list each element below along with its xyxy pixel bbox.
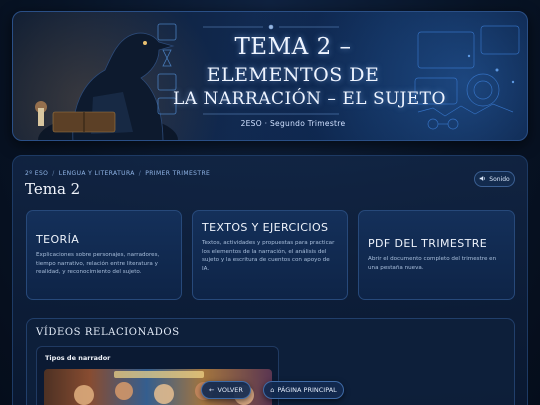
- card-description: Abrir el documento completo del trimestr…: [368, 256, 497, 271]
- card-description: Textos, actividades y propuestas para pr…: [202, 240, 335, 273]
- videos-section-title: VÍDEOS RELACIONADOS: [36, 327, 180, 338]
- card-title: PDF DEL TRIMESTRE: [368, 237, 488, 250]
- card-title: TEXTOS Y EJERCICIOS: [202, 221, 329, 234]
- hero-banner: TEMA 2 – ELEMENTOS DE LA NARRACIÓN – EL …: [12, 11, 528, 141]
- hero-title-line-3: LA NARRACIÓN – EL SUJETO: [173, 89, 446, 109]
- home-icon: ⌂: [270, 385, 275, 394]
- tech-panel-illustration: [414, 25, 520, 130]
- card-textos-ejercicios[interactable]: TEXTOS Y EJERCICIOS Textos, actividades …: [192, 210, 348, 300]
- breadcrumb: 2º ESO / LENGUA Y LITERATURA / PRIMER TR…: [25, 170, 210, 177]
- hero-title-line-2: ELEMENTOS DE: [206, 64, 380, 86]
- sound-button-label: Sonido: [489, 175, 510, 183]
- arrow-left-icon: ←: [209, 385, 215, 394]
- home-button[interactable]: ⌂ PÁGINA PRINCIPAL: [263, 381, 344, 399]
- sound-button[interactable]: Sonido: [474, 171, 515, 187]
- home-button-label: PÁGINA PRINCIPAL: [277, 386, 337, 394]
- card-description: Explicaciones sobre personajes, narrador…: [36, 252, 160, 276]
- breadcrumb-separator: /: [138, 170, 142, 177]
- back-button[interactable]: ← VOLVER: [201, 381, 251, 399]
- card-pdf-trimestre[interactable]: PDF DEL TRIMESTRE Abrir el documento com…: [358, 210, 515, 300]
- video-title: Tipos de narrador: [45, 354, 111, 362]
- hero-title-line-1: TEMA 2 –: [234, 34, 352, 60]
- breadcrumb-term[interactable]: PRIMER TRIMESTRE: [145, 170, 210, 177]
- speaker-icon: [479, 175, 486, 184]
- hero-subtitle: 2ESO · Segundo Trimestre: [240, 119, 346, 128]
- card-title: TEORÍA: [36, 233, 80, 246]
- card-teoria[interactable]: TEORÍA Explicaciones sobre personajes, n…: [26, 210, 182, 300]
- raven-illustration: [35, 32, 178, 140]
- back-button-label: VOLVER: [217, 386, 243, 394]
- breadcrumb-separator: /: [52, 170, 55, 177]
- page-title: Tema 2: [25, 180, 81, 198]
- breadcrumb-subject[interactable]: LENGUA Y LITERATURA: [59, 170, 135, 177]
- breadcrumb-course[interactable]: 2º ESO: [25, 170, 48, 177]
